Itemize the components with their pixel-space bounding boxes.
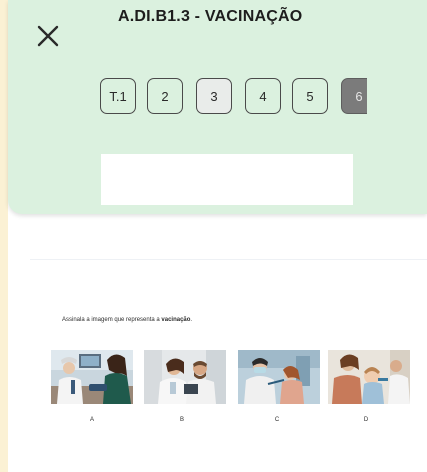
child-vaccine-icon [238,350,320,404]
option-b-image[interactable] [144,350,226,404]
tab-2[interactable]: 2 [147,78,183,114]
question-prefix: Assinala a imagem que representa a [62,317,162,323]
option-d-image[interactable] [328,350,410,404]
doctors-tablet-icon [144,350,226,404]
doctor-blood-pressure-icon [51,350,133,404]
option-c-image[interactable] [238,350,320,404]
close-icon [37,25,59,47]
tab-5[interactable]: 5 [292,78,328,114]
option-c-label: C [274,417,280,423]
tab-bar: T.1 2 3 4 5 6 [97,78,367,116]
page-margin [0,0,8,472]
divider [30,259,427,260]
question-text: Assinala a imagem que representa a vacin… [62,317,192,323]
option-b-label: B [179,417,184,423]
option-a-label: A [89,417,94,423]
tab-3[interactable]: 3 [196,78,232,114]
child-doctor-visit-icon [328,350,410,404]
tab-4[interactable]: 4 [245,78,281,114]
tab-6[interactable]: 6 [341,78,367,114]
page-title: A.DI.B1.3 - VACINAÇÃO [118,8,303,25]
option-a-image[interactable] [51,350,133,404]
question-keyword: vacinação [161,317,191,323]
tab-t1[interactable]: T.1 [100,78,136,114]
question-suffix: . [190,317,193,323]
answer-field[interactable] [101,154,353,205]
option-d-label: D [363,417,369,423]
close-button[interactable] [36,24,60,48]
